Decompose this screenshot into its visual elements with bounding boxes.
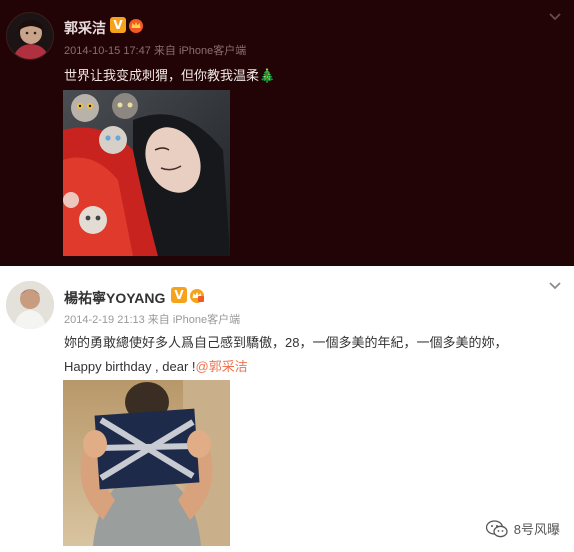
post-text-line1: 妳的勇敢總使好多人爲自己感到驕傲，28，一個多美的年紀，一個多美的妳， xyxy=(64,335,508,350)
post-photo[interactable] xyxy=(63,380,230,546)
author-name[interactable]: 楊祐寧YOYANG xyxy=(64,288,165,308)
post-text-line2: Happy birthday , dear !@郭采洁 xyxy=(64,356,248,375)
account-name: 8号风曝 xyxy=(513,522,560,537)
post-text-greeting: Happy birthday , dear ! xyxy=(64,359,196,374)
crown-member-icon xyxy=(129,19,143,33)
account-watermark: 8号风曝 xyxy=(485,519,560,538)
post-meta: 2014-2-19 21:13 来自 iPhone客户端 xyxy=(64,311,240,327)
verified-v-icon: V xyxy=(171,287,187,303)
post-source: 来自 iPhone客户端 xyxy=(147,314,241,326)
post-text: 世界让我变成刺猬，但你教我温柔🎄 xyxy=(64,68,276,83)
weibo-post-2: 楊祐寧YOYANG V 2014-2-19 21:13 来自 iPhone客户端… xyxy=(0,266,574,552)
post-meta: 2014-10-15 17:47 来自 iPhone客户端 xyxy=(64,42,246,58)
crown-member-icon xyxy=(190,289,204,303)
verified-v-icon: V xyxy=(110,17,126,33)
weibo-post-1: 郭采洁 V 2014-10-15 17:47 来自 iPhone客户端 世界让我… xyxy=(0,0,574,266)
post-source: 来自 iPhone客户端 xyxy=(153,45,247,57)
post-time[interactable]: 2014-10-15 17:47 xyxy=(64,45,151,57)
verification-badges: V xyxy=(110,17,144,33)
author-name[interactable]: 郭采洁 xyxy=(64,18,106,38)
mention-link[interactable]: @郭采洁 xyxy=(196,359,248,374)
chevron-down-icon[interactable] xyxy=(548,12,562,22)
avatar[interactable] xyxy=(6,12,54,60)
chevron-down-icon[interactable] xyxy=(548,281,562,291)
wechat-icon xyxy=(485,519,508,537)
post-photo[interactable] xyxy=(63,90,230,256)
post-time[interactable]: 2014-2-19 21:13 xyxy=(64,314,145,326)
verification-badges: V xyxy=(171,287,205,303)
avatar[interactable] xyxy=(6,281,54,329)
